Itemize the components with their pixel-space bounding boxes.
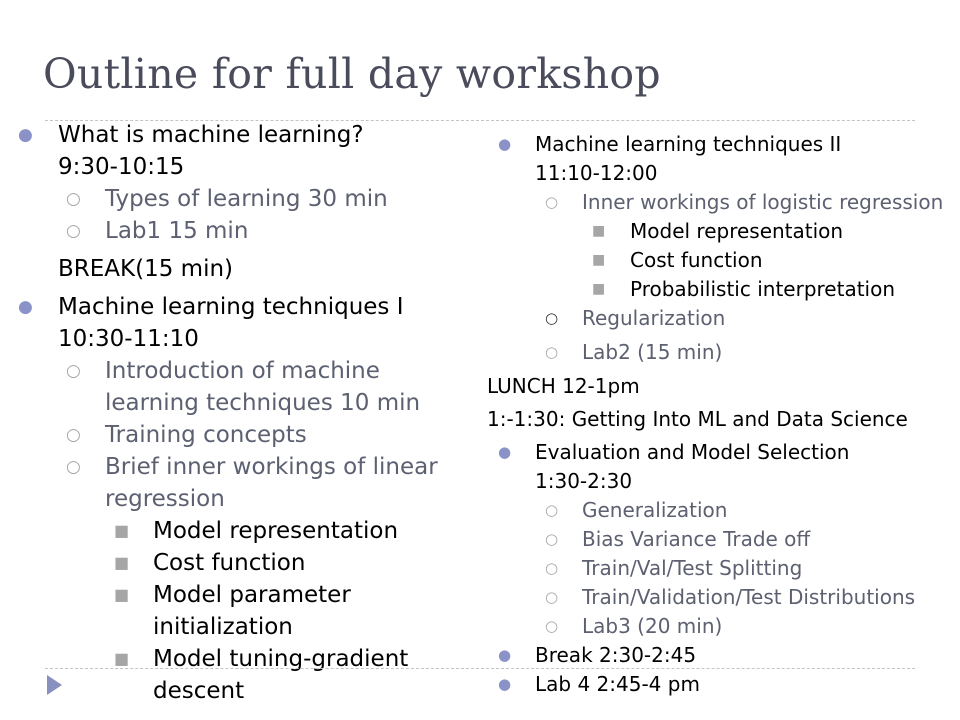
square-bullet-icon: ■ <box>592 281 606 297</box>
item-text: What is machine learning? <box>58 122 364 148</box>
item-text: Model tuning-gradient <box>153 646 409 672</box>
bullet-icon: ● <box>18 297 33 317</box>
list-item: ■ Cost function <box>18 547 458 579</box>
circle-bullet-icon: ○ <box>545 193 559 211</box>
item-text: Generalization <box>582 498 728 522</box>
right-column: ● Machine learning techniques II 11:10-1… <box>487 130 947 699</box>
list-item: ■ Model representation <box>18 515 458 547</box>
item-text-cont: initialization <box>153 614 293 640</box>
square-bullet-icon: ■ <box>114 649 130 668</box>
list-item: ■ Model representation <box>487 217 947 246</box>
item-text-cont: descent <box>153 678 245 704</box>
square-bullet-icon: ■ <box>114 521 130 540</box>
bullet-icon: ● <box>498 135 512 153</box>
item-time: 9:30-10:15 <box>58 154 185 180</box>
lunch-label: LUNCH 12-1pm <box>487 372 947 401</box>
circle-bullet-icon: ○ <box>545 588 559 606</box>
item-text: Break 2:30-2:45 <box>535 643 697 667</box>
list-item: ○ Brief inner workings of linear regress… <box>18 451 458 515</box>
item-text: Model representation <box>153 518 399 544</box>
square-bullet-icon: ■ <box>114 585 130 604</box>
list-item: ○ Training concepts <box>18 419 458 451</box>
bottom-divider <box>45 668 915 669</box>
item-text: BREAK(15 min) <box>58 256 234 282</box>
square-bullet-icon: ■ <box>592 223 606 239</box>
break-label: BREAK(15 min) <box>18 253 458 285</box>
left-column: ● What is machine learning? 9:30-10:15 ○… <box>18 119 458 707</box>
square-bullet-icon: ■ <box>592 252 606 268</box>
list-item: ○ Bias Variance Trade off <box>487 525 947 554</box>
item-text: Model parameter <box>153 582 351 608</box>
item-time: 1:30-2:30 <box>535 469 633 493</box>
list-item: ● Machine learning techniques II 11:10-1… <box>487 130 947 188</box>
bullet-icon: ● <box>498 646 512 664</box>
square-bullet-icon: ■ <box>114 553 130 572</box>
list-item: ○ Lab2 (15 min) <box>487 338 947 367</box>
list-item: ■ Probabilistic interpretation <box>487 275 947 304</box>
item-text: Machine learning techniques I <box>58 294 404 320</box>
list-item: ● Break 2:30-2:45 <box>487 641 947 670</box>
list-item: ■ Cost function <box>487 246 947 275</box>
item-text: Regularization <box>582 306 726 330</box>
bullet-icon: ● <box>498 443 512 461</box>
list-item: ■ Model parameter initialization <box>18 579 458 643</box>
item-text: Brief inner workings of linear <box>105 454 438 480</box>
item-text: Bias Variance Trade off <box>582 527 811 551</box>
list-item: ○ Lab1 15 min <box>18 215 458 247</box>
circle-bullet-icon: ○ <box>545 559 559 577</box>
item-text: Model representation <box>630 219 844 243</box>
list-item: ■ Model tuning-gradient descent <box>18 643 458 707</box>
item-time: 10:30-11:10 <box>58 326 199 352</box>
list-item: ● What is machine learning? 9:30-10:15 <box>18 119 458 183</box>
list-item: ○ Train/Val/Test Splitting <box>487 554 947 583</box>
item-text: Types of learning 30 min <box>105 186 388 212</box>
list-item: ○ Introduction of machine learning techn… <box>18 355 458 419</box>
item-text: LUNCH 12-1pm <box>487 374 640 398</box>
list-item: ○ Inner workings of logistic regression <box>487 188 947 217</box>
bullet-icon: ● <box>18 125 33 145</box>
circle-bullet-icon: ○ <box>66 221 81 241</box>
item-text: Inner workings of logistic regression <box>582 190 944 214</box>
circle-bullet-icon: ○ <box>66 361 81 381</box>
list-item: ● Lab 4 2:45-4 pm <box>487 670 947 699</box>
slide-title: Outline for full day workshop <box>43 50 661 98</box>
circle-bullet-icon: ○ <box>545 343 559 361</box>
circle-bullet-icon: ○ <box>66 457 81 477</box>
item-text: Training concepts <box>105 422 307 448</box>
item-text: Evaluation and Model Selection <box>535 440 850 464</box>
item-text: Lab 4 2:45-4 pm <box>535 672 700 696</box>
list-item: ● Evaluation and Model Selection 1:30-2:… <box>487 438 947 496</box>
item-text: Lab3 (20 min) <box>582 614 723 638</box>
list-item: ○ Train/Validation/Test Distributions <box>487 583 947 612</box>
list-item: ○ Generalization <box>487 496 947 525</box>
item-text: Train/Val/Test Splitting <box>582 556 803 580</box>
list-item: ○ Lab3 (20 min) <box>487 612 947 641</box>
item-text: Introduction of machine <box>105 358 380 384</box>
circle-bullet-icon: ○ <box>545 617 559 635</box>
item-text: Train/Validation/Test Distributions <box>582 585 916 609</box>
circle-bullet-icon: ○ <box>545 309 559 327</box>
circle-bullet-icon: ○ <box>66 425 81 445</box>
list-item: ○ Types of learning 30 min <box>18 183 458 215</box>
item-time: 11:10-12:00 <box>535 161 658 185</box>
item-text-cont: regression <box>105 486 225 512</box>
item-text-cont: learning techniques 10 min <box>105 390 421 416</box>
item-text: Lab2 (15 min) <box>582 340 723 364</box>
circle-bullet-icon: ○ <box>66 189 81 209</box>
item-text: Lab1 15 min <box>105 218 249 244</box>
item-text: Probabilistic interpretation <box>630 277 896 301</box>
list-item: ○ Regularization <box>487 304 947 333</box>
play-icon[interactable] <box>47 675 62 695</box>
item-text: Cost function <box>153 550 306 576</box>
item-text: Cost function <box>630 248 763 272</box>
talk-label: 1:-1:30: Getting Into ML and Data Scienc… <box>487 405 947 434</box>
circle-bullet-icon: ○ <box>545 501 559 519</box>
list-item: ● Machine learning techniques I 10:30-11… <box>18 291 458 355</box>
circle-bullet-icon: ○ <box>545 530 559 548</box>
item-text: Machine learning techniques II <box>535 132 842 156</box>
bullet-icon: ● <box>498 675 512 693</box>
item-text: 1:-1:30: Getting Into ML and Data Scienc… <box>487 407 908 431</box>
